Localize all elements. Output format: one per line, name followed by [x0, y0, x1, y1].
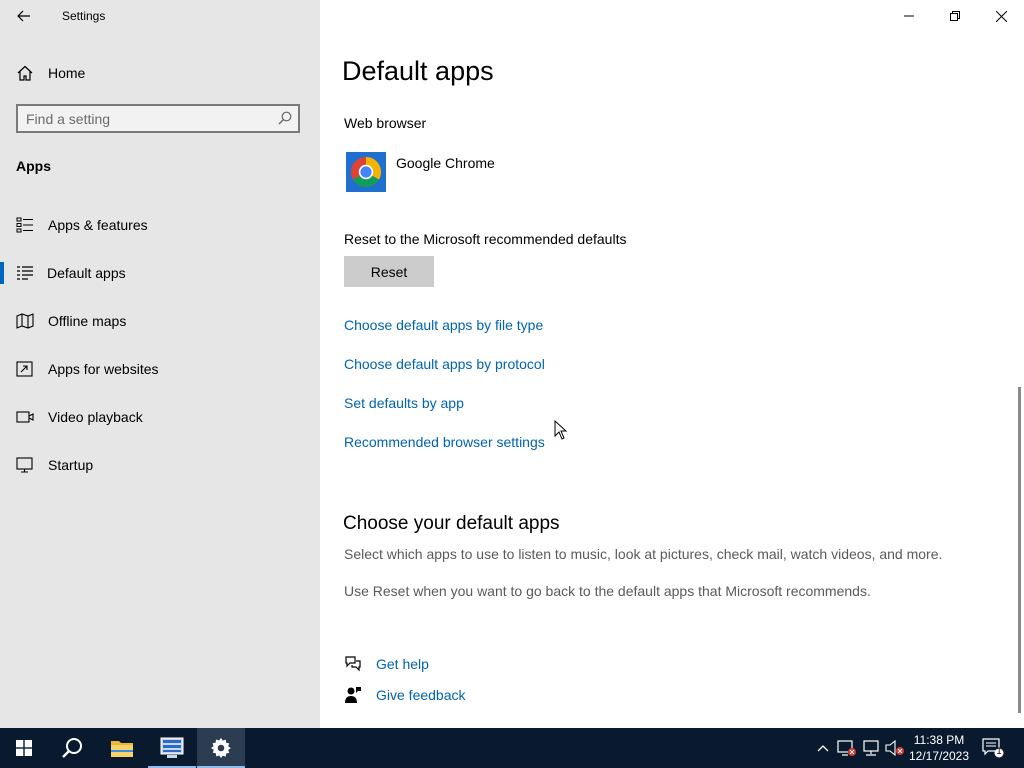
- page-title: Default apps: [342, 56, 494, 86]
- feedback-person-icon: [345, 687, 361, 703]
- mouse-cursor-icon: [554, 420, 568, 440]
- map-icon: [16, 313, 34, 329]
- give-feedback-label: Give feedback: [376, 687, 466, 703]
- sidebar-item-apps-features[interactable]: Apps & features: [0, 205, 320, 245]
- sidebar-home[interactable]: Home: [0, 56, 320, 90]
- minimize-button[interactable]: [886, 0, 932, 32]
- minimize-icon: [904, 15, 914, 17]
- sidebar-item-label: Apps & features: [48, 217, 148, 233]
- window-title: Settings: [62, 9, 106, 23]
- apps-features-icon: [16, 217, 33, 233]
- search-icon: [62, 738, 82, 758]
- network-icon: [863, 740, 879, 756]
- reset-heading: Reset to the Microsoft recommended defau…: [344, 231, 627, 247]
- gear-icon: [211, 738, 231, 758]
- back-arrow-icon: [17, 10, 30, 22]
- folder-icon: [111, 741, 133, 757]
- tray-security-icon[interactable]: [837, 738, 857, 758]
- sidebar-item-apps-websites[interactable]: Apps for websites: [0, 349, 320, 389]
- sidebar-item-default-apps[interactable]: Default apps: [0, 253, 320, 293]
- link-default-apps-file-type[interactable]: Choose default apps by file type: [344, 317, 543, 333]
- taskbar-server-manager[interactable]: [148, 728, 196, 768]
- link-set-defaults-by-app[interactable]: Set defaults by app: [344, 395, 464, 411]
- reset-description: Use Reset when you want to go back to th…: [344, 583, 871, 599]
- get-help-link[interactable]: Get help: [344, 655, 544, 675]
- taskbar-settings[interactable]: [197, 728, 245, 768]
- link-default-apps-protocol[interactable]: Choose default apps by protocol: [344, 356, 545, 372]
- tray-volume-icon[interactable]: [885, 738, 905, 758]
- action-center-button[interactable]: 1: [982, 738, 1004, 758]
- tray-network-icon[interactable]: [861, 738, 881, 758]
- sidebar-item-startup[interactable]: Startup: [0, 445, 320, 485]
- server-manager-icon: [160, 737, 184, 758]
- sidebar-item-video-playback[interactable]: Video playback: [0, 397, 320, 437]
- active-indicator: [0, 262, 4, 284]
- home-icon: [17, 65, 33, 81]
- sidebar: Settings Home Apps Apps & features Defau…: [0, 0, 320, 728]
- start-button[interactable]: [0, 728, 48, 768]
- close-icon: [995, 10, 1007, 22]
- taskbar: 11:38 PM 12/17/2023 1: [0, 728, 1024, 768]
- restore-button[interactable]: [932, 0, 978, 32]
- section-title: Choose your default apps: [343, 513, 560, 534]
- taskbar-clock[interactable]: 11:38 PM 12/17/2023: [906, 732, 972, 764]
- startup-icon: [16, 457, 33, 473]
- restore-icon: [950, 11, 960, 21]
- sidebar-item-label: Apps for websites: [48, 361, 159, 377]
- sidebar-item-label: Video playback: [48, 409, 143, 425]
- search-icon[interactable]: [278, 111, 292, 125]
- volume-muted-icon: [885, 740, 904, 756]
- clock-time: 11:38 PM: [913, 733, 965, 747]
- search-input[interactable]: [26, 110, 266, 128]
- notification-count: 1: [996, 746, 1002, 756]
- sidebar-item-label: Offline maps: [48, 313, 127, 329]
- scrollbar[interactable]: [1018, 387, 1021, 713]
- give-feedback-link[interactable]: Give feedback: [344, 686, 544, 706]
- link-recommended-browser-settings[interactable]: Recommended browser settings: [344, 434, 545, 450]
- back-button[interactable]: [10, 4, 38, 28]
- web-browser-heading: Web browser: [344, 115, 427, 131]
- video-icon: [16, 411, 34, 423]
- windows-logo-icon: [16, 740, 32, 756]
- sidebar-section-apps: Apps: [16, 158, 51, 174]
- apps-websites-icon: [16, 361, 33, 377]
- search-box[interactable]: [16, 104, 300, 133]
- help-chat-icon: [345, 656, 361, 672]
- get-help-label: Get help: [376, 656, 429, 672]
- taskbar-file-explorer[interactable]: [98, 728, 146, 768]
- sidebar-item-offline-maps[interactable]: Offline maps: [0, 301, 320, 341]
- web-browser-selector[interactable]: Google Chrome: [344, 150, 564, 194]
- sidebar-item-label: Startup: [48, 457, 94, 473]
- tray-overflow-button[interactable]: [813, 738, 833, 758]
- sidebar-item-label: Default apps: [47, 265, 126, 281]
- close-button[interactable]: [978, 0, 1024, 32]
- section-description: Select which apps to use to listen to mu…: [344, 546, 943, 562]
- web-browser-name: Google Chrome: [396, 155, 495, 171]
- default-apps-icon: [17, 266, 33, 280]
- reset-button[interactable]: Reset: [344, 256, 434, 287]
- taskbar-search-button[interactable]: [48, 728, 96, 768]
- chrome-icon: [346, 152, 386, 192]
- home-label: Home: [48, 65, 86, 81]
- security-alert-icon: [837, 740, 856, 756]
- clock-date: 12/17/2023: [908, 749, 970, 763]
- chevron-up-icon: [817, 745, 829, 752]
